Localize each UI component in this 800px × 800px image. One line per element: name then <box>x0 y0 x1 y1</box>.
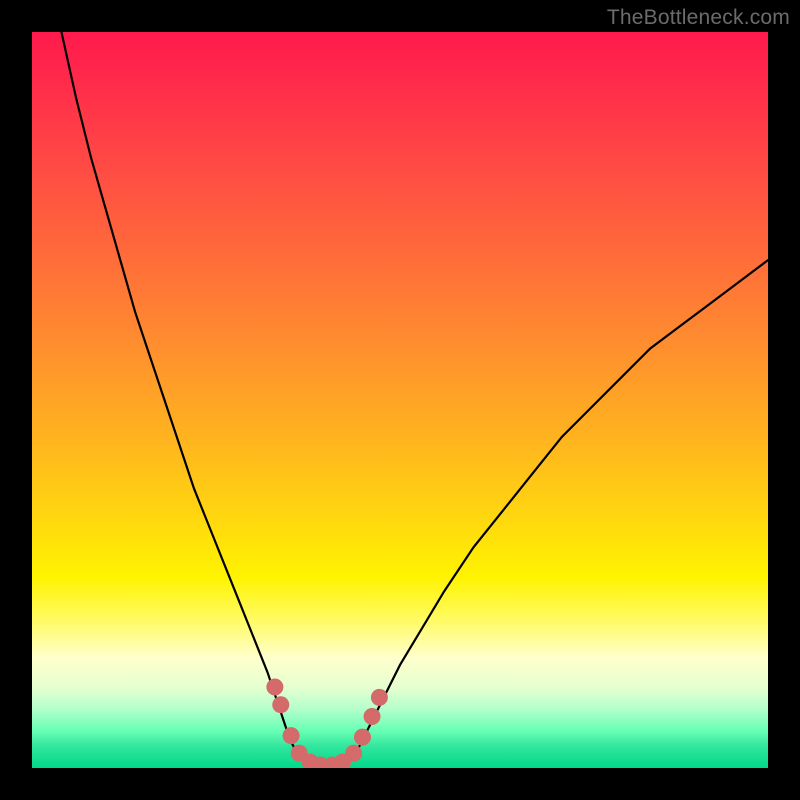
data-marker <box>364 708 381 725</box>
watermark-text: TheBottleneck.com <box>607 6 790 30</box>
data-marker <box>302 754 319 768</box>
curve-group <box>61 32 768 766</box>
data-marker <box>291 745 308 762</box>
data-marker <box>266 679 283 696</box>
chart-frame: TheBottleneck.com <box>0 0 800 800</box>
data-marker <box>334 754 351 768</box>
data-marker <box>324 757 341 768</box>
data-marker <box>354 729 371 746</box>
data-marker <box>272 696 289 713</box>
data-marker <box>371 689 388 706</box>
marker-group <box>266 679 388 768</box>
curve-layer <box>32 32 768 768</box>
plot-area <box>32 32 768 768</box>
bottleneck-curve <box>61 32 768 766</box>
data-marker <box>283 727 300 744</box>
data-marker <box>312 757 329 768</box>
data-marker <box>345 745 362 762</box>
